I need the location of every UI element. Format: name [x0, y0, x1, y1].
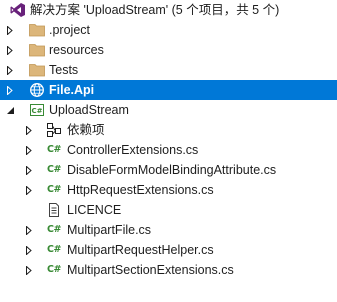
- tree-item-label: .project: [49, 23, 90, 37]
- tree-item-project-folder[interactable]: .project: [0, 20, 337, 40]
- csharp-file-icon: C#: [47, 164, 61, 175]
- tree-item-label: ControllerExtensions.cs: [67, 143, 199, 157]
- csharp-file-icon: C#: [47, 184, 61, 195]
- tree-item-dependencies[interactable]: 依赖项: [0, 120, 337, 140]
- svg-text:C#: C#: [31, 107, 42, 115]
- dependencies-icon: [46, 122, 62, 138]
- tree-item-label: 依赖项: [67, 123, 105, 137]
- tree-item-csharp-file[interactable]: C# MultipartRequestHelper.cs: [0, 240, 337, 260]
- chevron-right-icon[interactable]: [24, 160, 34, 180]
- tree-item-csharp-file[interactable]: C# DisableFormModelBindingAttribute.cs: [0, 160, 337, 180]
- text-file-icon: [46, 202, 62, 218]
- tree-item-csharp-file[interactable]: C# MultipartFile.cs: [0, 220, 337, 240]
- tree-item-csharp-file[interactable]: C# HttpRequestExtensions.cs: [0, 180, 337, 200]
- chevron-right-icon[interactable]: [5, 80, 15, 100]
- chevron-right-icon[interactable]: [5, 40, 15, 60]
- chevron-right-icon[interactable]: [24, 140, 34, 160]
- chevron-right-icon[interactable]: [24, 180, 34, 200]
- csharp-file-icon: C#: [47, 224, 61, 235]
- tree-item-label: MultipartFile.cs: [67, 223, 152, 237]
- chevron-right-icon[interactable]: [24, 220, 34, 240]
- folder-icon: [29, 62, 45, 78]
- csharp-project-icon: C#: [29, 102, 45, 118]
- chevron-right-icon[interactable]: [5, 20, 15, 40]
- tree-item-csharp-file[interactable]: C# MultipartSectionExtensions.cs: [0, 260, 337, 280]
- tree-item-label: UploadStream: [49, 103, 129, 117]
- solution-node[interactable]: 解决方案 'UploadStream' (5 个项目，共 5 个): [0, 0, 337, 20]
- web-project-globe-icon: [29, 82, 45, 98]
- tree-item-label: LICENCE: [67, 203, 122, 217]
- tree-item-label: Tests: [49, 63, 79, 77]
- tree-item-label: DisableFormModelBindingAttribute.cs: [67, 163, 277, 177]
- tree-item-label: MultipartRequestHelper.cs: [67, 243, 214, 257]
- chevron-down-icon[interactable]: [5, 100, 15, 120]
- solution-explorer-tree: 解决方案 'UploadStream' (5 个项目，共 5 个) .proje…: [0, 0, 337, 280]
- folder-icon: [29, 42, 45, 58]
- chevron-right-icon[interactable]: [24, 120, 34, 140]
- csharp-file-icon: C#: [47, 244, 61, 255]
- tree-item-resources-folder[interactable]: resources: [0, 40, 337, 60]
- tree-item-uploadstream-project[interactable]: C# UploadStream: [0, 100, 337, 120]
- chevron-right-icon[interactable]: [5, 60, 15, 80]
- tree-item-tests-folder[interactable]: Tests: [0, 60, 337, 80]
- folder-icon: [29, 22, 45, 38]
- chevron-right-icon[interactable]: [24, 240, 34, 260]
- tree-item-label: File.Api: [49, 83, 95, 97]
- tree-item-label: resources: [49, 43, 104, 57]
- tree-item-label: MultipartSectionExtensions.cs: [67, 263, 234, 277]
- tree-item-csharp-file[interactable]: C# ControllerExtensions.cs: [0, 140, 337, 160]
- solution-label: 解决方案 'UploadStream' (5 个项目，共 5 个): [30, 3, 280, 17]
- chevron-right-icon[interactable]: [24, 260, 34, 280]
- visual-studio-solution-icon: [10, 2, 26, 18]
- tree-item-licence-file[interactable]: LICENCE: [0, 200, 337, 220]
- csharp-file-icon: C#: [47, 144, 61, 155]
- tree-item-label: HttpRequestExtensions.cs: [67, 183, 214, 197]
- csharp-file-icon: C#: [47, 264, 61, 275]
- tree-item-file-api-project[interactable]: File.Api: [0, 80, 337, 100]
